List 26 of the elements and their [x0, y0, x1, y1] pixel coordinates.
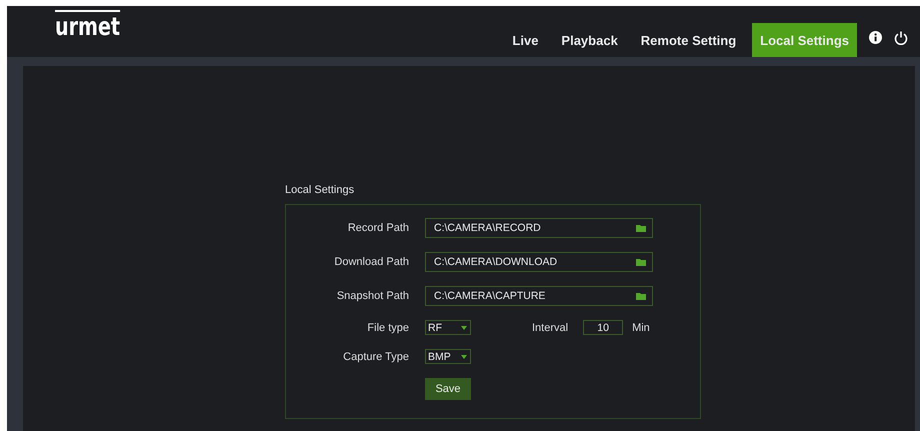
power-icon[interactable] [894, 30, 908, 44]
folder-icon[interactable] [636, 224, 646, 232]
folder-icon[interactable] [636, 292, 646, 300]
field-label: Capture Type [342, 350, 409, 362]
nav-tab[interactable]: Playback [553, 23, 626, 58]
field-label: Snapshot Path [336, 290, 409, 302]
capture-type-select[interactable]: BMP [425, 349, 471, 364]
caret-icon [461, 326, 467, 330]
section-title: Local Settings [285, 184, 356, 196]
path-field[interactable]: C:\CAMERA\RECORD [425, 218, 653, 238]
nav-tab[interactable]: Live [504, 23, 546, 58]
logo: urmet [55, 14, 120, 39]
unit-label: Min [632, 322, 650, 334]
field-label: File type [366, 322, 409, 334]
path-field[interactable]: C:\CAMERA\CAPTURE [425, 286, 653, 306]
field-label: Record Path [346, 222, 409, 234]
field-label: Interval [532, 322, 568, 334]
nav-tab[interactable]: Remote Setting [632, 23, 744, 58]
folder-icon[interactable] [636, 258, 646, 266]
path-field[interactable]: C:\CAMERA\DOWNLOAD [425, 252, 653, 272]
file-type-select[interactable]: RF [425, 320, 471, 335]
interval-field[interactable]: 10 [583, 320, 624, 335]
info-icon[interactable] [869, 31, 882, 44]
save-button[interactable]: Save [425, 378, 471, 400]
field-label: Download Path [333, 256, 409, 268]
caret-icon [461, 354, 467, 358]
